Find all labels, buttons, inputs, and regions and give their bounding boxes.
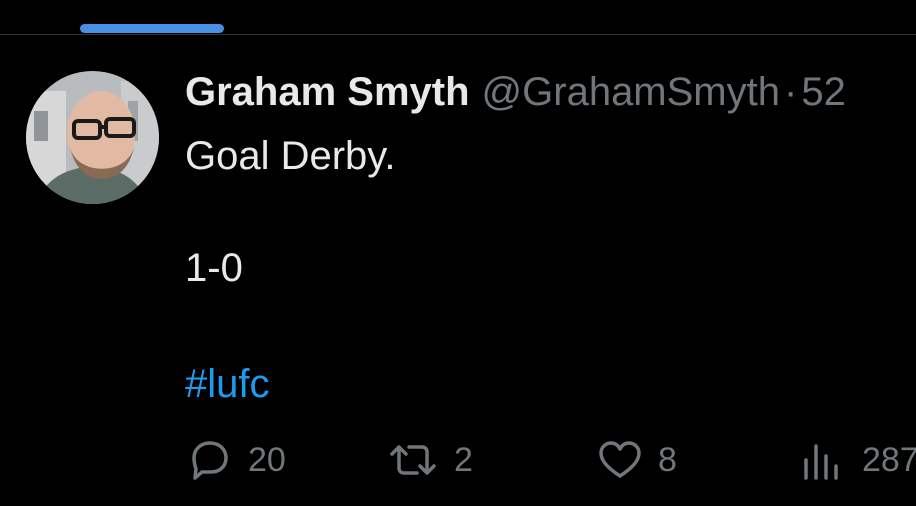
repost-button[interactable]: 2 [386, 438, 473, 482]
post-timestamp[interactable]: 52 [801, 70, 846, 114]
avatar[interactable] [26, 71, 159, 204]
views-button[interactable]: 287 [800, 438, 916, 482]
author-handle[interactable]: @GrahamSmyth [482, 70, 780, 114]
reply-count: 20 [248, 440, 286, 479]
author-name[interactable]: Graham Smyth [185, 70, 470, 114]
header-separator: · [784, 70, 798, 114]
active-tab-indicator [80, 24, 224, 33]
views-bar-chart-icon [800, 438, 848, 482]
top-divider [0, 34, 916, 35]
reply-bubble-icon [186, 438, 234, 482]
repost-icon [386, 438, 440, 482]
post-text-line-2: 1-0 [185, 246, 243, 290]
hashtag-link[interactable]: #lufc [185, 360, 270, 408]
like-button[interactable]: 8 [596, 438, 677, 482]
like-count: 8 [658, 440, 677, 479]
reply-button[interactable]: 20 [186, 438, 286, 482]
repost-count: 2 [454, 440, 473, 479]
view-count: 287 [862, 440, 916, 479]
post-text-line-1: Goal Derby. [185, 134, 396, 178]
heart-icon [596, 438, 644, 482]
post-header: Graham Smyth @GrahamSmyth · 52 [185, 68, 846, 116]
